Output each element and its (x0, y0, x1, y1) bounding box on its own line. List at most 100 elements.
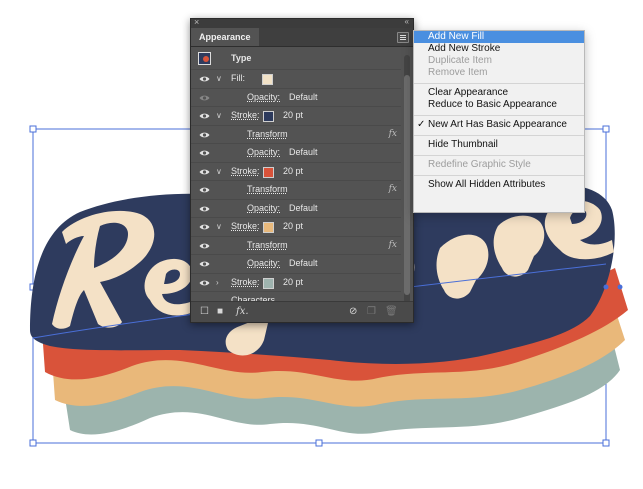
appearance-row[interactable]: Opacity: Default (191, 255, 401, 274)
panel-scrollbar-thumb[interactable] (404, 75, 410, 295)
row-label[interactable]: Opacity: (247, 200, 280, 217)
appearance-row[interactable]: ∨ Stroke: 20 pt (191, 163, 401, 181)
menu-item-label: Add New Fill (428, 31, 485, 42)
disclosure-expanded-icon[interactable]: ∨ (216, 107, 222, 124)
row-label[interactable]: Stroke: (231, 163, 260, 180)
appearance-row[interactable]: ∨ Fill: (191, 70, 401, 89)
menu-item-label: Reduce to Basic Appearance (428, 99, 557, 110)
row-value[interactable]: Default (289, 255, 318, 272)
visibility-eye-icon[interactable] (199, 223, 210, 230)
visibility-eye-icon[interactable] (199, 242, 210, 249)
appearance-row[interactable]: ∨ Stroke: 20 pt (191, 107, 401, 126)
checkmark-icon: ✓ (417, 119, 426, 130)
color-swatch[interactable] (263, 222, 274, 233)
menu-item-redefine-graphic-style: Redefine Graphic Style (414, 159, 584, 171)
row-label[interactable]: Opacity: (247, 255, 280, 272)
menu-separator (414, 135, 584, 136)
menu-item-show-all-hidden-attributes[interactable]: Show All Hidden Attributes (414, 179, 584, 191)
row-value[interactable]: 20 pt (283, 274, 303, 291)
menu-item-remove-item: Remove Item (414, 67, 584, 79)
visibility-eye-icon[interactable] (199, 112, 210, 119)
effect-fx-icon[interactable]: fx (389, 237, 397, 254)
menu-item-label: Add New Stroke (428, 43, 501, 54)
menu-item-add-new-fill[interactable]: Add New Fill (414, 31, 584, 43)
color-swatch[interactable] (263, 277, 274, 289)
new-stroke-icon[interactable]: ☐ (200, 306, 209, 317)
panel-scrollbar[interactable] (404, 55, 410, 303)
disclosure-expanded-icon[interactable]: ∨ (216, 163, 222, 180)
disclosure-collapsed-icon[interactable]: › (216, 274, 219, 291)
row-label[interactable]: Stroke: (231, 218, 260, 235)
row-value[interactable]: 20 pt (283, 107, 303, 124)
panel-close-icon[interactable]: × (194, 17, 199, 27)
row-value[interactable]: 20 pt (283, 218, 303, 235)
menu-item-label: Clear Appearance (428, 87, 509, 98)
menu-item-label: New Art Has Basic Appearance (428, 119, 567, 130)
appearance-header-label: Type (231, 53, 252, 63)
appearance-panel-menu[interactable]: Add New Fill Add New Stroke Duplicate Item… (413, 30, 585, 213)
panel-collapse-icon[interactable]: « (405, 17, 409, 26)
panel-footer: ☐ ■ fx. ⊘ ❐ 🗑 (191, 301, 413, 322)
add-effect-icon[interactable]: fx. (236, 306, 249, 317)
effect-fx-icon[interactable]: fx (389, 126, 397, 143)
row-value[interactable]: 20 pt (283, 163, 303, 180)
color-swatch[interactable] (263, 166, 274, 178)
appearance-row[interactable]: Transform fx (191, 237, 401, 255)
appearance-row[interactable]: ∨ Stroke: 20 pt (191, 218, 401, 237)
appearance-row[interactable]: › Stroke: 20 pt (191, 274, 401, 292)
row-label[interactable]: Stroke: (231, 107, 260, 124)
visibility-eye-icon[interactable] (199, 94, 210, 101)
row-label[interactable]: Transform (247, 237, 288, 254)
effect-fx-icon[interactable]: fx (389, 181, 397, 198)
color-swatch[interactable] (262, 74, 273, 85)
menu-item-duplicate-item: Duplicate Item (414, 55, 584, 67)
visibility-eye-icon[interactable] (199, 205, 210, 212)
appearance-rows: Type ∨ Fill: Opacity: Default ∨ Stroke: 20 pt T… (191, 47, 401, 311)
appearance-panel[interactable]: × « Appearance Type ∨ Fill: Opacity: Defaul… (190, 17, 414, 323)
color-swatch[interactable] (263, 111, 274, 122)
menu-item-hide-thumbnail[interactable]: Hide Thumbnail (414, 139, 584, 151)
visibility-eye-icon[interactable] (199, 168, 210, 175)
appearance-row[interactable]: Transform fx (191, 181, 401, 200)
tab-appearance[interactable]: Appearance (191, 28, 259, 46)
delete-item-icon[interactable]: 🗑 (385, 306, 398, 317)
disclosure-expanded-icon[interactable]: ∨ (216, 70, 222, 87)
row-value[interactable]: Default (289, 200, 318, 217)
new-fill-icon[interactable]: ■ (217, 306, 223, 317)
visibility-eye-icon[interactable] (199, 260, 210, 267)
panel-menu-icon[interactable] (397, 32, 409, 43)
visibility-eye-icon[interactable] (199, 75, 210, 82)
visibility-eye-icon[interactable] (199, 131, 210, 138)
appearance-row[interactable]: Opacity: Default (191, 144, 401, 163)
visibility-eye-icon[interactable] (199, 186, 210, 193)
row-label[interactable]: Transform (247, 181, 288, 198)
menu-item-label: Show All Hidden Attributes (428, 179, 546, 190)
appearance-row[interactable]: Transform fx (191, 126, 401, 144)
menu-item-label: Remove Item (428, 67, 488, 78)
panel-tab-bar: Appearance (191, 28, 413, 47)
appearance-row[interactable]: Opacity: Default (191, 89, 401, 107)
menu-item-new-art-has-basic-appearance[interactable]: ✓ New Art Has Basic Appearance (414, 119, 584, 131)
panel-title-strip[interactable]: × « (191, 17, 413, 28)
clear-appearance-icon[interactable]: ⊘ (349, 306, 357, 317)
row-label[interactable]: Opacity: (247, 144, 280, 161)
menu-item-label: Hide Thumbnail (428, 139, 498, 150)
menu-item-reduce-to-basic-appearance[interactable]: Reduce to Basic Appearance (414, 99, 584, 111)
row-label[interactable]: Transform (247, 126, 288, 143)
menu-item-add-new-stroke[interactable]: Add New Stroke (414, 43, 584, 55)
row-label[interactable]: Fill: (231, 70, 245, 87)
menu-item-label: Redefine Graphic Style (428, 159, 531, 170)
row-label[interactable]: Opacity: (247, 89, 280, 106)
appearance-header-row[interactable]: Type (191, 47, 401, 70)
menu-separator (414, 115, 584, 116)
appearance-row[interactable]: Opacity: Default (191, 200, 401, 218)
row-value[interactable]: Default (289, 144, 318, 161)
visibility-eye-icon[interactable] (199, 149, 210, 156)
disclosure-expanded-icon[interactable]: ∨ (216, 218, 222, 235)
row-label[interactable]: Stroke: (231, 274, 260, 291)
duplicate-item-icon[interactable]: ❐ (367, 306, 376, 317)
menu-item-clear-appearance[interactable]: Clear Appearance (414, 87, 584, 99)
menu-separator (414, 83, 584, 84)
visibility-eye-icon[interactable] (199, 279, 210, 286)
row-value[interactable]: Default (289, 89, 318, 106)
